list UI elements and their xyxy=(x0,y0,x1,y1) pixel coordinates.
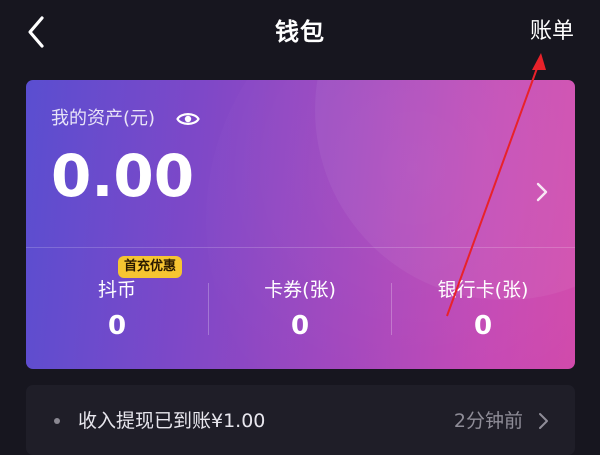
stat-coupons[interactable]: 卡券(张) 0 xyxy=(209,276,391,344)
first-recharge-badge: 首充优惠 xyxy=(118,256,183,278)
bill-button[interactable]: 账单 xyxy=(530,14,574,50)
wallet-asset-card[interactable]: 我的资产(元) 0.00 首充优惠 抖币 0 卡券(张) 0 银行卡(张) 0 xyxy=(26,80,575,369)
asset-amount: 0.00 xyxy=(51,142,195,210)
chevron-right-icon xyxy=(539,413,548,429)
notice-time: 2分钟前 xyxy=(453,410,523,432)
top-bar: 钱包 账单 xyxy=(0,0,600,66)
notice-text: 收入提现已到账¥1.00 xyxy=(78,410,266,432)
stat-value: 0 xyxy=(290,311,310,341)
stat-label: 卡券(张) xyxy=(264,279,336,301)
stat-label: 抖币 xyxy=(97,279,136,301)
eye-icon[interactable] xyxy=(176,110,200,128)
stat-douyin-coins[interactable]: 抖币 0 xyxy=(26,276,208,344)
bullet-dot xyxy=(54,418,60,424)
asset-label: 我的资产(元) xyxy=(51,108,156,129)
income-notice-row[interactable]: 收入提现已到账¥1.00 2分钟前 xyxy=(26,385,575,455)
chevron-right-icon[interactable] xyxy=(535,181,549,203)
page-title: 钱包 xyxy=(275,18,325,46)
card-divider xyxy=(26,247,575,248)
stat-bank-cards[interactable]: 银行卡(张) 0 xyxy=(392,276,574,344)
stat-value: 0 xyxy=(473,311,493,341)
stat-value: 0 xyxy=(107,311,127,341)
stat-label: 银行卡(张) xyxy=(437,279,529,301)
